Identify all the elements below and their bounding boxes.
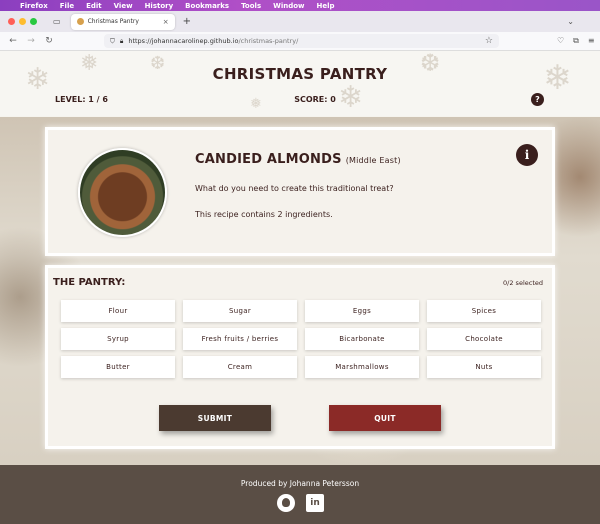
window-controls [8,18,37,25]
reload-icon[interactable]: ↻ [44,36,54,46]
zoom-window-button[interactable] [30,18,37,25]
tab-overview-icon[interactable]: ▭ [53,17,61,26]
recipe-card: CANDIED ALMONDS (Middle East) What do you… [45,127,555,256]
menu-window[interactable]: Window [273,2,304,10]
recipe-origin: (Middle East) [345,156,401,165]
ingredient-sugar[interactable]: Sugar [183,300,297,322]
extensions-icon[interactable]: ⧉ [573,36,579,46]
menu-firefox[interactable]: Firefox [20,2,48,10]
ingredient-flour[interactable]: Flour [61,300,175,322]
web-page: ❄ ❅ ❆ ❄ ❅ ❆ ❄ CHRISTMAS PANTRY LEVEL: 1 … [0,51,600,524]
page-footer: Produced by Johanna Petersson in [0,465,600,524]
page-title: CHRISTMAS PANTRY [212,65,388,83]
menu-bookmarks[interactable]: Bookmarks [185,2,229,10]
ingredient-bicarbonate[interactable]: Bicarbonate [305,328,419,350]
score-indicator: SCORE: 0 [294,95,336,104]
ingredient-count-text: This recipe contains 2 ingredients. [195,210,333,219]
pantry-title: THE PANTRY: [53,277,126,288]
recipe-question: What do you need to create this traditio… [195,184,394,193]
ingredient-butter[interactable]: Butter [61,356,175,378]
menu-tools[interactable]: Tools [241,2,261,10]
browser-nav-bar: ← → ↻ ⛉ 🔒︎ https://johannacarolinep.gith… [0,32,600,51]
ingredient-grid: Flour Sugar Eggs Spices Syrup Fresh frui… [61,300,541,378]
footer-credit: Produced by Johanna Petersson [240,479,360,488]
pantry-card: THE PANTRY: 0/2 selected Flour Sugar Egg… [45,265,555,449]
pocket-icon[interactable]: ♡ [557,36,564,46]
menu-icon[interactable]: ≡ [588,36,595,46]
address-bar[interactable]: ⛉ 🔒︎ https://johannacarolinep.github.io/… [104,34,499,48]
info-button[interactable]: i [516,144,538,166]
menu-help[interactable]: Help [317,2,335,10]
linkedin-icon[interactable]: in [306,494,324,512]
ingredient-fresh-fruits[interactable]: Fresh fruits / berries [183,328,297,350]
ingredient-cream[interactable]: Cream [183,356,297,378]
tab-list-chevron-icon[interactable]: ⌄ [567,17,574,26]
forward-arrow-icon[interactable]: → [26,36,36,46]
ingredient-chocolate[interactable]: Chocolate [427,328,541,350]
shield-icon[interactable]: ⛉ [110,37,115,46]
lock-icon[interactable]: 🔒︎ [120,37,123,46]
page-header: ❄ ❅ ❆ ❄ ❅ ❆ ❄ CHRISTMAS PANTRY LEVEL: 1 … [0,51,600,116]
menu-history[interactable]: History [145,2,174,10]
browser-tab[interactable]: Christmas Pantry × [70,13,175,30]
browser-tab-bar: ▭ Christmas Pantry × + ⌄ [0,11,600,32]
recipe-title: CANDIED ALMONDS (Middle East) [195,152,401,167]
social-links: in [277,494,324,512]
minimize-window-button[interactable] [19,18,26,25]
recipe-photo [78,148,167,237]
close-window-button[interactable] [8,18,15,25]
selected-counter: 0/2 selected [503,279,543,287]
tab-title: Christmas Pantry [87,18,139,25]
url-domain: https://johannacarolinep.github.io [128,37,239,45]
recipe-name: CANDIED ALMONDS [195,152,342,167]
ingredient-eggs[interactable]: Eggs [305,300,419,322]
close-tab-icon[interactable]: × [163,18,169,26]
menu-view[interactable]: View [114,2,133,10]
back-arrow-icon[interactable]: ← [8,36,18,46]
menu-edit[interactable]: Edit [86,2,102,10]
github-icon[interactable] [277,494,295,512]
ingredient-spices[interactable]: Spices [427,300,541,322]
menu-file[interactable]: File [60,2,74,10]
ingredient-marshmallows[interactable]: Marshmallows [305,356,419,378]
quit-button[interactable]: QUIT [329,405,441,431]
new-tab-button[interactable]: + [183,16,191,27]
macos-menu-bar: Firefox File Edit View History Bookmarks… [0,0,600,11]
submit-button[interactable]: SUBMIT [159,405,271,431]
ingredient-syrup[interactable]: Syrup [61,328,175,350]
favicon-icon [76,18,84,25]
help-button[interactable]: ? [531,93,544,106]
url-path: /christmas-pantry/ [238,37,299,45]
star-icon[interactable]: ☆ [485,36,493,46]
ingredient-nuts[interactable]: Nuts [427,356,541,378]
